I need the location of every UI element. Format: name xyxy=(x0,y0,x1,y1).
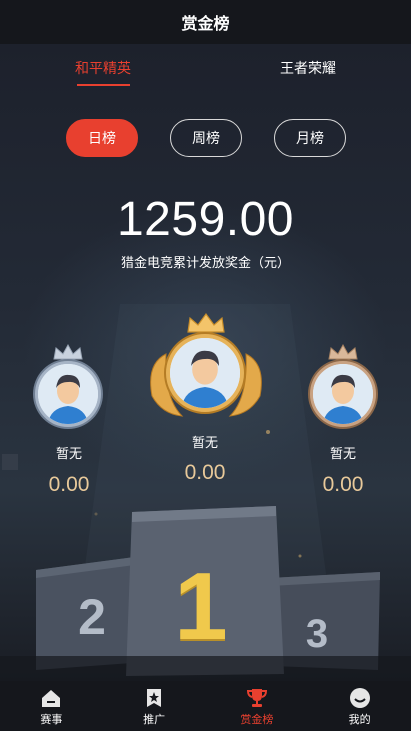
nav-item-promotion[interactable]: 推广 xyxy=(103,681,206,731)
bottom-navigation: 赛事 推广 赏金榜 我的 xyxy=(0,681,411,731)
nav-item-bounty[interactable]: 赏金榜 xyxy=(206,681,309,731)
third-place-avatar[interactable] xyxy=(310,361,376,427)
first-place-avatar[interactable] xyxy=(166,334,244,412)
podium-rank-2: 2 xyxy=(78,589,106,645)
bronze-crown-icon xyxy=(328,343,358,360)
monthly-rank-button[interactable]: 月榜 xyxy=(274,119,346,157)
silver-crown-icon xyxy=(53,343,83,360)
smile-icon xyxy=(349,688,370,708)
page-title: 赏金榜 xyxy=(181,14,230,33)
daily-rank-button[interactable]: 日榜 xyxy=(66,119,138,157)
nav-label-bounty: 赏金榜 xyxy=(240,713,274,726)
star-badge-icon xyxy=(147,689,162,707)
second-place-score: 0.00 xyxy=(48,473,90,496)
default-user-avatar-icon xyxy=(38,364,98,424)
third-place-score: 0.00 xyxy=(322,473,364,496)
first-place-score: 0.00 xyxy=(184,461,226,484)
second-place-avatar[interactable] xyxy=(35,361,101,427)
total-bounty-label: 猎金电竞累计发放奖金（元） xyxy=(120,256,290,271)
trophy-icon xyxy=(246,689,267,707)
home-icon xyxy=(42,690,61,707)
podium-rank-1: 1 xyxy=(174,553,228,660)
nav-label-promotion: 推广 xyxy=(143,713,166,726)
nav-item-events[interactable]: 赛事 xyxy=(0,681,103,731)
weekly-rank-button[interactable]: 周榜 xyxy=(170,119,242,157)
game-tabs: 和平精英 王者荣耀 xyxy=(0,44,411,92)
tab-game-honor-of-kings[interactable]: 王者荣耀 xyxy=(276,58,340,78)
default-user-avatar-icon xyxy=(170,338,240,408)
gold-crown-icon xyxy=(187,312,225,333)
podium-rank-3: 3 xyxy=(305,612,329,656)
active-tab-indicator xyxy=(77,84,130,86)
tab-game-peace-elite[interactable]: 和平精英 xyxy=(72,58,134,78)
page-header: 赏金榜 xyxy=(0,0,411,44)
nav-item-mine[interactable]: 我的 xyxy=(308,681,411,731)
second-place-name: 暂无 xyxy=(55,447,82,462)
total-bounty-amount: 1259.00 xyxy=(116,193,294,246)
default-user-avatar-icon xyxy=(313,364,373,424)
third-place-name: 暂无 xyxy=(329,447,356,462)
nav-label-events: 赛事 xyxy=(40,713,63,726)
nav-label-mine: 我的 xyxy=(348,713,371,726)
first-place-name: 暂无 xyxy=(191,436,218,451)
